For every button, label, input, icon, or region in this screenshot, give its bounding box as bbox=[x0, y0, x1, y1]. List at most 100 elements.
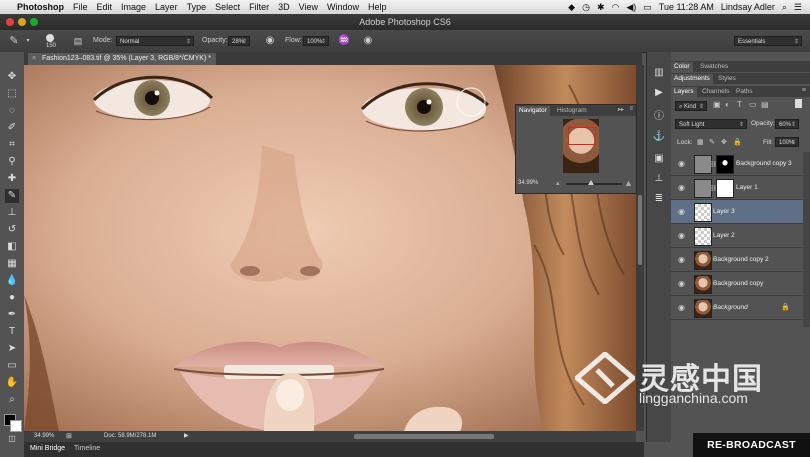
layers-panel-menu-icon[interactable]: ≡ bbox=[802, 87, 806, 94]
menu-layer[interactable]: Layer bbox=[155, 2, 178, 12]
properties-panel-icon[interactable]: ≣ bbox=[652, 192, 666, 206]
filter-adjustment-icon[interactable]: ◐ bbox=[725, 100, 730, 109]
pressure-opacity-icon[interactable]: ◉ bbox=[264, 35, 276, 47]
background-color-swatch[interactable] bbox=[10, 420, 22, 432]
eraser-tool-icon[interactable]: ◧ bbox=[5, 240, 19, 254]
tab-mini-bridge[interactable]: Mini Bridge bbox=[30, 445, 65, 452]
layer-name[interactable]: Layer 1 bbox=[736, 184, 758, 191]
menu-window[interactable]: Window bbox=[327, 2, 359, 12]
menu-file[interactable]: File bbox=[73, 2, 88, 12]
tab-channels[interactable]: Channels bbox=[699, 87, 732, 97]
layer-filter-kind-select[interactable]: ⌕ Kind bbox=[675, 101, 707, 112]
panel-menu-icon[interactable]: ≡ bbox=[629, 106, 633, 112]
menu-edit[interactable]: Edit bbox=[97, 2, 113, 12]
filter-toggle-switch[interactable] bbox=[795, 99, 802, 108]
notification-icon[interactable]: ☰ bbox=[794, 2, 802, 13]
menu-image[interactable]: Image bbox=[121, 2, 146, 12]
fill-field[interactable]: 100% bbox=[775, 137, 799, 148]
visibility-eye-icon[interactable]: ◉ bbox=[678, 255, 688, 264]
brush-panel-toggle-icon[interactable]: ▤ bbox=[72, 35, 84, 47]
clone-stamp-tool-icon[interactable]: ⊥ bbox=[5, 206, 19, 220]
layer-name[interactable]: Background copy 2 bbox=[713, 256, 769, 263]
minimize-window-button[interactable] bbox=[18, 18, 26, 26]
filter-shape-icon[interactable]: ▭ bbox=[749, 100, 757, 109]
menu-select[interactable]: Select bbox=[215, 2, 240, 12]
layer-row[interactable]: ◉ Background copy bbox=[671, 272, 803, 296]
menu-filter[interactable]: Filter bbox=[249, 2, 269, 12]
quick-mask-icon[interactable]: ◫ bbox=[5, 432, 19, 446]
path-selection-tool-icon[interactable]: ➤ bbox=[5, 342, 19, 356]
history-panel-icon[interactable]: ▥ bbox=[652, 66, 666, 80]
status-zoom[interactable]: 34.99% bbox=[34, 433, 54, 439]
user-name[interactable]: Lindsay Adler bbox=[721, 2, 775, 12]
layer-mask-thumbnail[interactable] bbox=[716, 155, 734, 174]
zoom-tool-icon[interactable]: ⌕ bbox=[5, 393, 19, 407]
close-document-icon[interactable]: × bbox=[32, 53, 36, 65]
filter-pixel-icon[interactable]: ▣ bbox=[713, 100, 721, 109]
layer-row[interactable]: ◉ Background 🔒 bbox=[671, 296, 803, 320]
pen-tool-icon[interactable]: ✒ bbox=[5, 308, 19, 322]
airbrush-icon[interactable]: ♒ bbox=[338, 35, 350, 47]
tab-swatches[interactable]: Swatches bbox=[697, 62, 731, 72]
brush-size-picker[interactable]: 150 bbox=[40, 33, 62, 50]
lock-all-icon[interactable]: 🔒 bbox=[733, 138, 742, 146]
clone-source-icon[interactable]: ⊥ bbox=[652, 172, 666, 186]
clock[interactable]: Tue 11:28 AM bbox=[659, 2, 714, 12]
visibility-eye-icon[interactable]: ◉ bbox=[678, 303, 688, 312]
navigator-view-box[interactable] bbox=[568, 127, 596, 145]
lock-position-icon[interactable]: ✥ bbox=[721, 138, 727, 146]
navigator-zoom[interactable]: 34.99% bbox=[518, 180, 538, 186]
healing-brush-tool-icon[interactable]: ✚ bbox=[5, 172, 19, 186]
preset-picker-chevron-icon[interactable]: ▾ bbox=[22, 35, 34, 47]
lock-image-icon[interactable]: ✎ bbox=[709, 138, 715, 146]
workspace-select[interactable]: Essentials bbox=[734, 36, 802, 47]
marquee-tool-icon[interactable]: ⬚ bbox=[5, 87, 19, 101]
horizontal-scroll-thumb[interactable] bbox=[354, 434, 494, 439]
close-window-button[interactable] bbox=[6, 18, 14, 26]
lasso-tool-icon[interactable]: ◌ bbox=[5, 104, 19, 118]
zoom-in-icon[interactable]: ▲ bbox=[624, 178, 633, 188]
layer-row[interactable]: ◉ ⛓ Background copy 3 bbox=[671, 152, 803, 176]
battery-icon[interactable]: ▭ bbox=[643, 2, 652, 13]
dropbox-icon[interactable]: ◆ bbox=[568, 2, 575, 13]
layer-row[interactable]: ◉ Background copy 2 bbox=[671, 248, 803, 272]
status-zoom-icon[interactable]: ⊞ bbox=[66, 432, 72, 440]
bluetooth-icon[interactable]: ✱ bbox=[597, 2, 605, 13]
tab-layers[interactable]: Layers bbox=[671, 87, 697, 97]
collapse-panel-icon[interactable]: ▸▸ bbox=[618, 106, 624, 113]
visibility-eye-icon[interactable]: ◉ bbox=[678, 159, 688, 168]
volume-icon[interactable]: ◀) bbox=[626, 2, 636, 13]
zoom-slider-thumb[interactable] bbox=[588, 180, 594, 185]
layer-opacity-field[interactable]: 60% bbox=[775, 119, 799, 130]
document-tab[interactable]: × Fashion123–083.tif @ 35% (Layer 3, RGB… bbox=[28, 53, 216, 65]
info-panel-icon[interactable]: ⓘ bbox=[652, 110, 666, 124]
layer-name[interactable]: Background bbox=[713, 304, 748, 311]
layer-name[interactable]: Background copy bbox=[713, 280, 763, 287]
history-brush-tool-icon[interactable]: ↺ bbox=[5, 223, 19, 237]
navigator-preview[interactable] bbox=[563, 119, 599, 173]
spotlight-icon[interactable]: ⌕ bbox=[782, 2, 787, 13]
tab-navigator[interactable]: Navigator bbox=[516, 106, 550, 116]
visibility-eye-icon[interactable]: ◉ bbox=[678, 183, 688, 192]
tab-paths[interactable]: Paths bbox=[733, 87, 756, 97]
layer-row[interactable]: ◉ ⛓ Layer 1 bbox=[671, 176, 803, 200]
brush-tool-preset-icon[interactable]: ✎ bbox=[8, 35, 20, 47]
type-tool-icon[interactable]: T bbox=[5, 325, 19, 339]
pressure-size-icon[interactable]: ◉ bbox=[362, 35, 374, 47]
flow-field[interactable]: 100% bbox=[303, 36, 329, 47]
eyedropper-tool-icon[interactable]: ⚲ bbox=[5, 155, 19, 169]
blend-mode-select[interactable]: Soft Light bbox=[675, 119, 747, 130]
dodge-tool-icon[interactable]: ● bbox=[5, 291, 19, 305]
actions-panel-icon[interactable]: ▶ bbox=[652, 86, 666, 100]
filter-smart-object-icon[interactable]: ▤ bbox=[761, 100, 769, 109]
tab-styles[interactable]: Styles bbox=[715, 74, 739, 84]
layer-mask-thumbnail[interactable] bbox=[716, 179, 734, 198]
opacity-field[interactable]: 28% bbox=[228, 36, 250, 47]
tab-color[interactable]: Color bbox=[671, 62, 693, 72]
visibility-eye-icon[interactable]: ◉ bbox=[678, 207, 688, 216]
zoom-out-icon[interactable]: ▴ bbox=[556, 179, 560, 187]
layer-name[interactable]: Background copy 3 bbox=[736, 160, 792, 167]
layer-name[interactable]: Layer 3 bbox=[713, 208, 735, 215]
menu-view[interactable]: View bbox=[299, 2, 318, 12]
move-tool-icon[interactable]: ✥ bbox=[5, 70, 19, 84]
